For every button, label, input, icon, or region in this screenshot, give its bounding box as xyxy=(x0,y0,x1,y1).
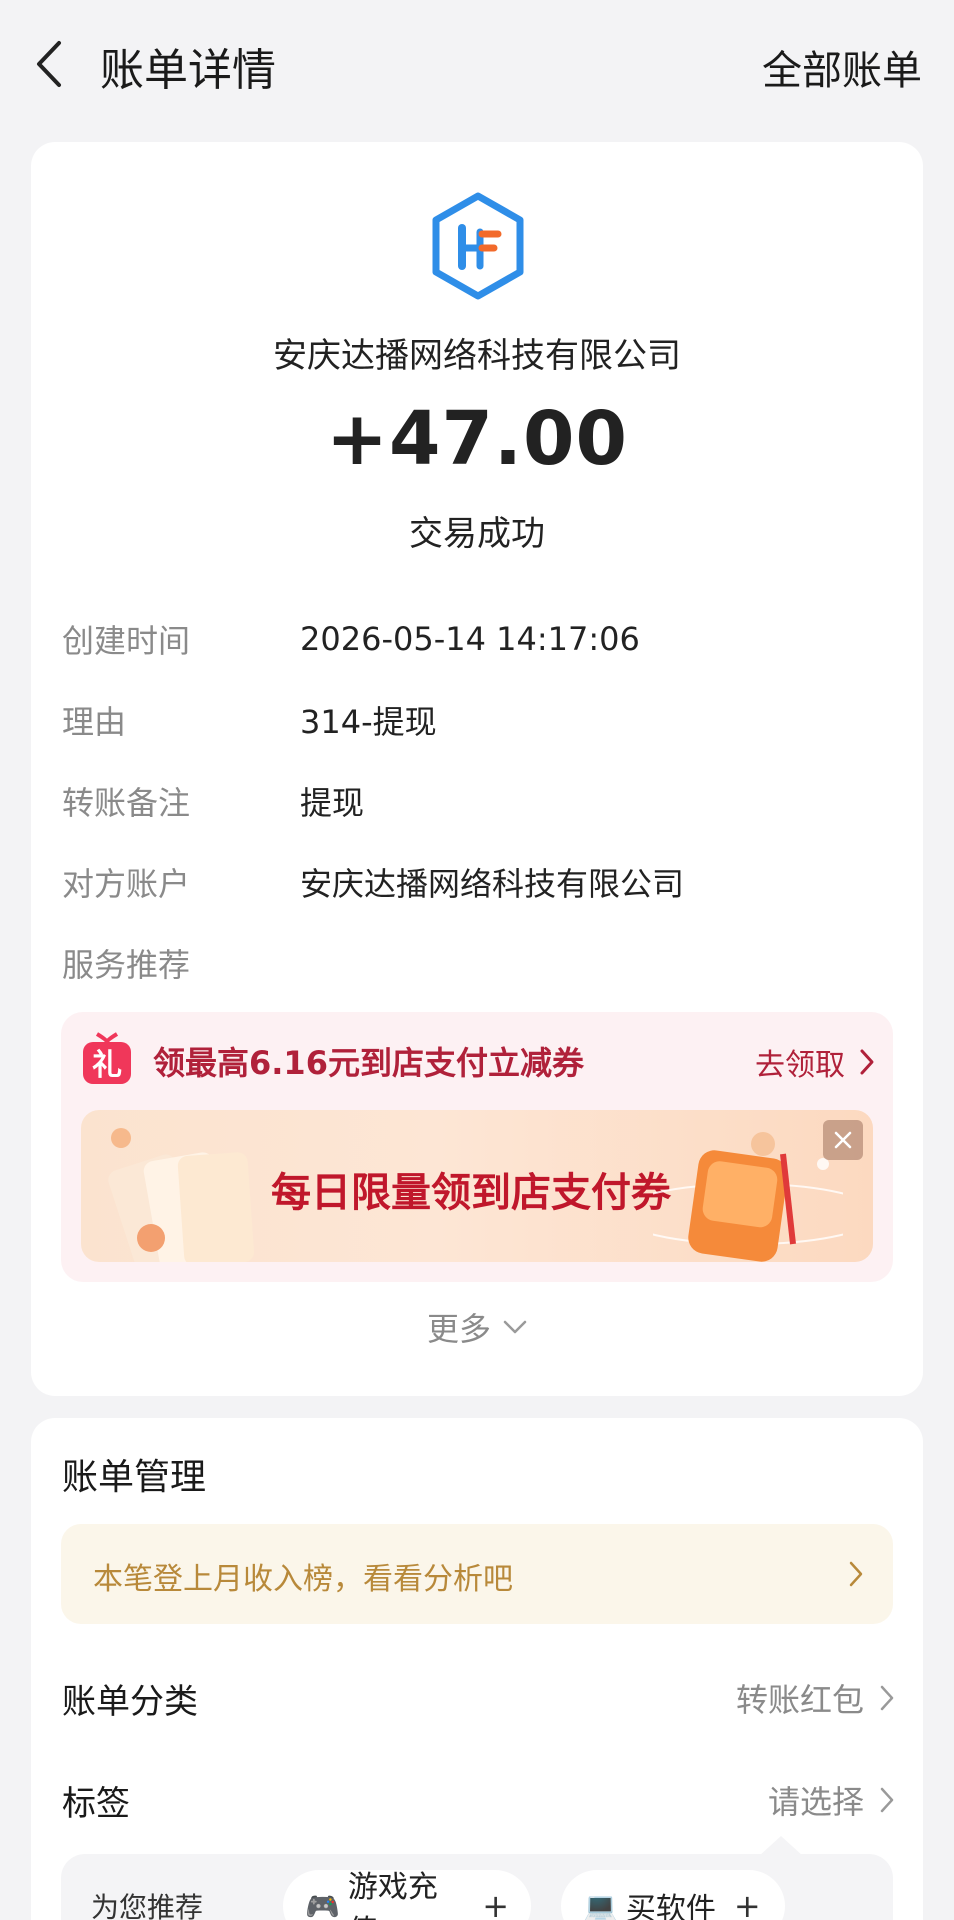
close-icon xyxy=(834,1131,852,1149)
claim-link[interactable]: 去领取 xyxy=(755,1040,875,1084)
gift-glyph: 礼 xyxy=(92,1048,122,1083)
transaction-amount: +47.00 xyxy=(325,396,629,482)
gamepad-icon: 🎮 xyxy=(305,1889,340,1920)
detail-row-created-time: 创建时间 2026-05-14 14:17:06 xyxy=(62,614,902,664)
tag-chip-buy-software[interactable]: 💻 买软件 + xyxy=(561,1870,785,1920)
more-label: 更多 xyxy=(426,1310,491,1348)
transaction-card: 安庆达播网络科技有限公司 +47.00 交易成功 创建时间 2026-05-14… xyxy=(31,142,923,1396)
section-title: 账单管理 xyxy=(62,1457,207,1498)
chip-label: 游戏充值 xyxy=(347,1870,438,1920)
tag-recommendations: 为您推荐 🎮 游戏充值 + 💻 买软件 + xyxy=(61,1836,893,1920)
coupon-card-illustration xyxy=(653,1132,843,1262)
recommend-label: 为您推荐 xyxy=(91,1891,204,1920)
tag-value: 请选择 xyxy=(768,1777,894,1823)
merchant-name: 安庆达播网络科技有限公司 xyxy=(273,336,681,376)
bill-category-row[interactable]: 账单分类 转账红包 xyxy=(62,1668,894,1728)
detail-label: 服务推荐 xyxy=(62,946,191,984)
bill-detail-page: 账单详情 全部账单 安庆达播网络科技有限公司 +47.00 交易成功 创建时间 … xyxy=(0,0,954,1920)
detail-label: 创建时间 xyxy=(62,622,191,660)
claim-link-label: 去领取 xyxy=(755,1048,845,1083)
laptop-icon: 💻 xyxy=(583,1889,618,1920)
chevron-left-icon xyxy=(37,41,61,87)
coupon-tickets-illustration xyxy=(108,1128,255,1262)
plus-icon: + xyxy=(733,1887,761,1920)
detail-row-service: 服务推荐 xyxy=(62,938,902,988)
plus-icon: + xyxy=(482,1887,509,1920)
detail-value: 安庆达播网络科技有限公司 xyxy=(300,865,685,903)
category-label: 账单分类 xyxy=(62,1681,198,1722)
detail-value: 2026-05-14 14:17:06 xyxy=(300,620,640,658)
tag-label: 标签 xyxy=(62,1783,130,1824)
chevron-right-icon xyxy=(849,1561,863,1587)
category-value-text: 转账红包 xyxy=(735,1681,864,1719)
detail-row-remark: 转账备注 提现 xyxy=(62,776,902,826)
chevron-right-icon xyxy=(880,1787,894,1813)
popover-notch xyxy=(759,1836,803,1856)
all-bills-link[interactable]: 全部账单 xyxy=(762,38,922,96)
promo-box[interactable]: 礼 领最高6.16元到店支付立减券 去领取 每日限量领到店支付券 xyxy=(61,1012,893,1282)
detail-value: 314-提现 xyxy=(300,703,437,741)
detail-value: 提现 xyxy=(300,784,365,822)
back-button[interactable] xyxy=(30,36,70,92)
detail-label: 理由 xyxy=(62,703,127,741)
detail-row-counterparty: 对方账户 安庆达播网络科技有限公司 xyxy=(62,857,902,907)
insight-text: 本笔登上月收入榜，看看分析吧 xyxy=(93,1562,513,1597)
page-title: 账单详情 xyxy=(100,45,276,96)
chip-label: 买软件 xyxy=(625,1892,716,1920)
coupon-banner[interactable]: 每日限量领到店支付券 xyxy=(81,1110,873,1262)
detail-label: 对方账户 xyxy=(62,865,191,903)
tag-value-text: 请选择 xyxy=(767,1783,864,1821)
category-value: 转账红包 xyxy=(736,1675,894,1721)
bill-management-card: 账单管理 本笔登上月收入榜，看看分析吧 账单分类 转账红包 标签 请选择 为您推… xyxy=(31,1418,923,1920)
chevron-right-icon xyxy=(860,1049,874,1075)
transaction-status: 交易成功 xyxy=(409,514,545,554)
tag-row[interactable]: 标签 请选择 xyxy=(62,1770,894,1830)
chevron-right-icon xyxy=(880,1685,894,1711)
merchant-logo xyxy=(432,192,524,300)
promo-title: 领最高6.16元到店支付立减券 xyxy=(153,1044,584,1082)
more-button[interactable]: 更多 xyxy=(31,1304,923,1350)
chevron-down-icon xyxy=(503,1320,527,1334)
income-insight-banner[interactable]: 本笔登上月收入榜，看看分析吧 xyxy=(61,1524,893,1624)
top-bar: 账单详情 全部账单 xyxy=(0,0,954,130)
banner-close-button[interactable] xyxy=(823,1120,863,1160)
gift-icon: 礼 xyxy=(83,1032,131,1084)
tag-chip-game-topup[interactable]: 🎮 游戏充值 + xyxy=(283,1870,531,1920)
banner-text: 每日限量领到店支付券 xyxy=(271,1170,671,1216)
detail-row-reason: 理由 314-提现 xyxy=(62,695,902,745)
detail-label: 转账备注 xyxy=(62,784,191,822)
